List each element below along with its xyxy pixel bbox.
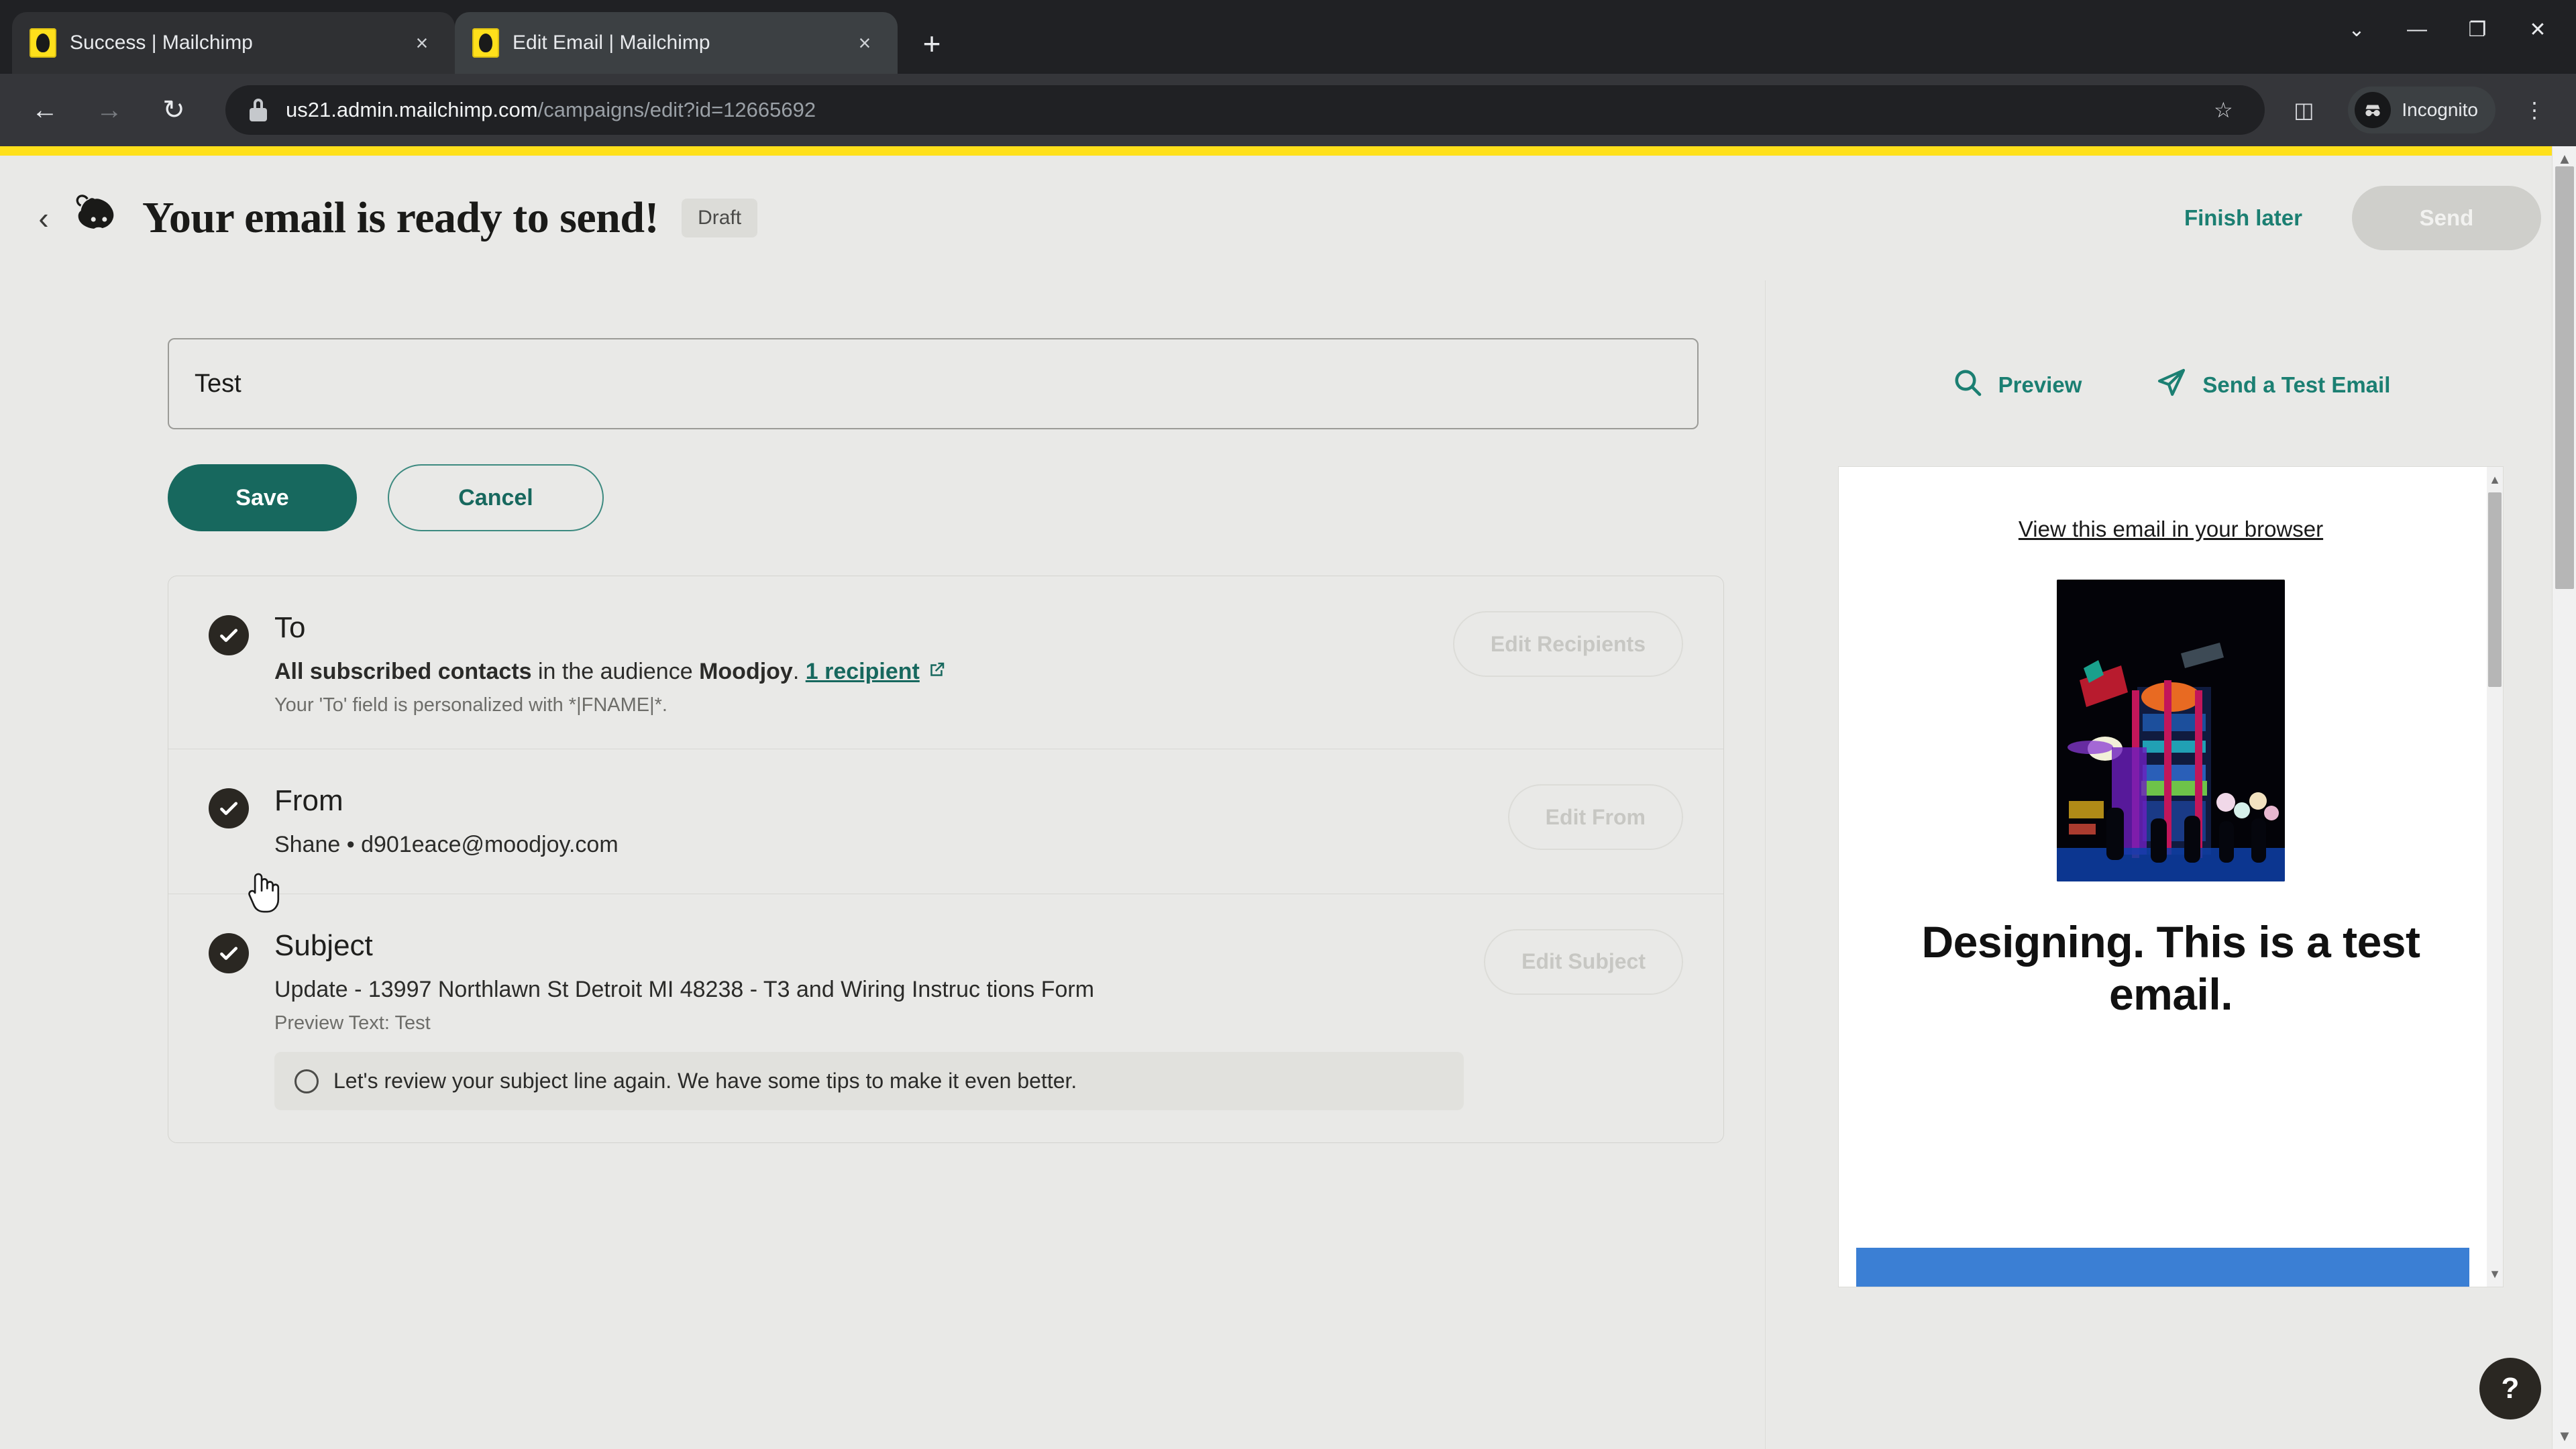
section-detail: All subscribed contacts in the audience … [274,655,1433,688]
section-title: To [274,611,306,644]
scroll-down-icon[interactable]: ▼ [2557,1428,2573,1445]
page-body: Save Cancel To All subscribed con [0,280,2576,1449]
back-chevron-icon[interactable]: ‹ [20,195,67,241]
email-preview-column: Preview Send a Test Email View this emai [1766,280,2576,1449]
chevron-down-icon[interactable]: ⌄ [2328,5,2385,54]
page-viewport: ‹ Your email is ready to send! Draft Fin… [0,146,2576,1449]
lock-icon [248,99,268,121]
neon-night-cityscape-photo [2057,580,2285,881]
section-from: From Shane • d901eace@moodjoy.com Edit F… [168,749,1723,894]
save-button[interactable]: Save [168,464,357,531]
preview-button[interactable]: Preview [1951,366,2082,404]
magnifier-icon [1951,366,1984,404]
new-tab-button[interactable]: + [908,20,955,67]
window-controls: ⌄ — ❐ ✕ [2328,5,2567,54]
mailchimp-favicon-icon [472,28,499,58]
preview-button-label: Preview [1998,372,2082,397]
minimize-icon[interactable]: — [2388,5,2446,54]
section-title: From [274,784,343,818]
maximize-icon[interactable]: ❐ [2449,5,2506,54]
section-to: To All subscribed contacts in the audien… [168,576,1723,750]
tab-strip: Success | Mailchimp × Edit Email | Mailc… [0,0,2576,74]
section-subtext: Preview Text: Test [274,1012,431,1034]
preview-scrollbar-thumb[interactable] [2488,492,2502,687]
check-icon [209,932,249,973]
campaign-editor-column: Save Cancel To All subscribed con [0,280,1766,1449]
section-detail: Shane • d901eace@moodjoy.com [274,832,619,858]
view-in-browser-link[interactable]: View this email in your browser [2019,517,2323,541]
section-detail: Update - 13997 Northlawn St Detroit MI 4… [274,976,1095,1002]
edit-subject-button[interactable]: Edit Subject [1484,928,1683,995]
close-icon[interactable]: × [849,28,880,58]
app-header: ‹ Your email is ready to send! Draft Fin… [0,156,2576,280]
page-title: Your email is ready to send! [142,193,659,242]
send-button[interactable]: Send [2352,186,2541,250]
preview-scrollbar[interactable]: ▲ ▼ [2487,467,2503,1287]
campaign-name-actions: Save Cancel [168,464,1765,531]
status-badge: Draft [682,199,758,237]
star-icon[interactable]: ☆ [2204,91,2242,129]
lightbulb-icon [294,1069,319,1093]
mailchimp-favicon-icon [30,28,56,58]
audience-name: Moodjoy [699,659,793,684]
brand-accent-bar [0,146,2576,156]
url-text: us21.admin.mailchimp.com/campaigns/edit?… [286,98,816,122]
scroll-up-icon[interactable]: ▲ [2557,150,2573,168]
setup-checklist-card: To All subscribed contacts in the audien… [168,576,1724,1143]
scroll-up-icon[interactable]: ▲ [2488,472,2502,487]
section-title: Subject [274,928,373,962]
audience-scope: All subscribed contacts [274,659,532,684]
help-button[interactable]: ? [2479,1358,2541,1419]
section-subtext: Your 'To' field is personalized with *|F… [274,694,667,716]
kebab-menu-icon[interactable]: ⋮ [2516,91,2553,129]
email-preview-body: View this email in your browser Designin… [1839,467,2503,1021]
send-test-email-label: Send a Test Email [2202,372,2391,397]
recipient-count-link[interactable]: 1 recipient [806,659,920,684]
send-test-email-button[interactable]: Send a Test Email [2155,366,2390,404]
browser-window: Success | Mailchimp × Edit Email | Mailc… [0,0,2576,1449]
detail-end: . [792,659,806,684]
external-link-icon [926,657,947,677]
preview-actions: Preview Send a Test Email [1951,366,2390,404]
finish-later-link[interactable]: Finish later [2184,205,2302,231]
incognito-avatar-icon [2355,92,2392,128]
url-domain: us21.admin.mailchimp.com [286,98,538,121]
browser-toolbar: ← → ↻ us21.admin.mailchimp.com/campaigns… [0,74,2576,146]
campaign-name-input[interactable] [168,338,1699,429]
scroll-down-icon[interactable]: ▼ [2488,1267,2502,1281]
tab-title: Edit Email | Mailchimp [513,32,710,54]
incognito-label: Incognito [2402,99,2478,120]
side-panel-icon[interactable]: ◫ [2285,91,2322,129]
section-subject: Subject Update - 13997 Northlawn St Detr… [168,894,1723,1142]
email-heading: Designing. This is a test email. [1921,917,2421,1019]
address-bar[interactable]: us21.admin.mailchimp.com/campaigns/edit?… [225,85,2265,135]
reload-icon[interactable]: ↻ [152,88,196,132]
browser-tab-success[interactable]: Success | Mailchimp × [12,12,455,74]
page-scrollbar[interactable]: ▲ ▼ [2552,146,2576,1449]
detail-mid: in the audience [531,659,700,684]
edit-recipients-button[interactable]: Edit Recipients [1452,611,1683,677]
back-icon[interactable]: ← [23,88,67,132]
page-scrollbar-thumb[interactable] [2555,166,2574,589]
paper-plane-icon [2155,366,2188,404]
check-icon [209,788,249,829]
url-path: /campaigns/edit?id=12665692 [537,98,816,121]
cancel-button[interactable]: Cancel [388,464,604,531]
subject-line-tip[interactable]: Let's review your subject line again. We… [274,1051,1464,1110]
browser-tab-edit-email[interactable]: Edit Email | Mailchimp × [455,12,898,74]
edit-from-button[interactable]: Edit From [1507,784,1683,851]
tip-text: Let's review your subject line again. We… [333,1068,1077,1093]
close-icon[interactable]: × [407,28,437,58]
check-icon [209,615,249,655]
email-preview-frame: View this email in your browser Designin… [1839,467,2503,1287]
email-body-image-partial [1856,1248,2469,1287]
incognito-indicator[interactable]: Incognito [2348,87,2496,133]
close-window-icon[interactable]: ✕ [2509,5,2567,54]
tab-title: Success | Mailchimp [70,32,253,54]
forward-icon[interactable]: → [87,88,131,132]
mailchimp-freddie-logo-icon [67,185,133,251]
